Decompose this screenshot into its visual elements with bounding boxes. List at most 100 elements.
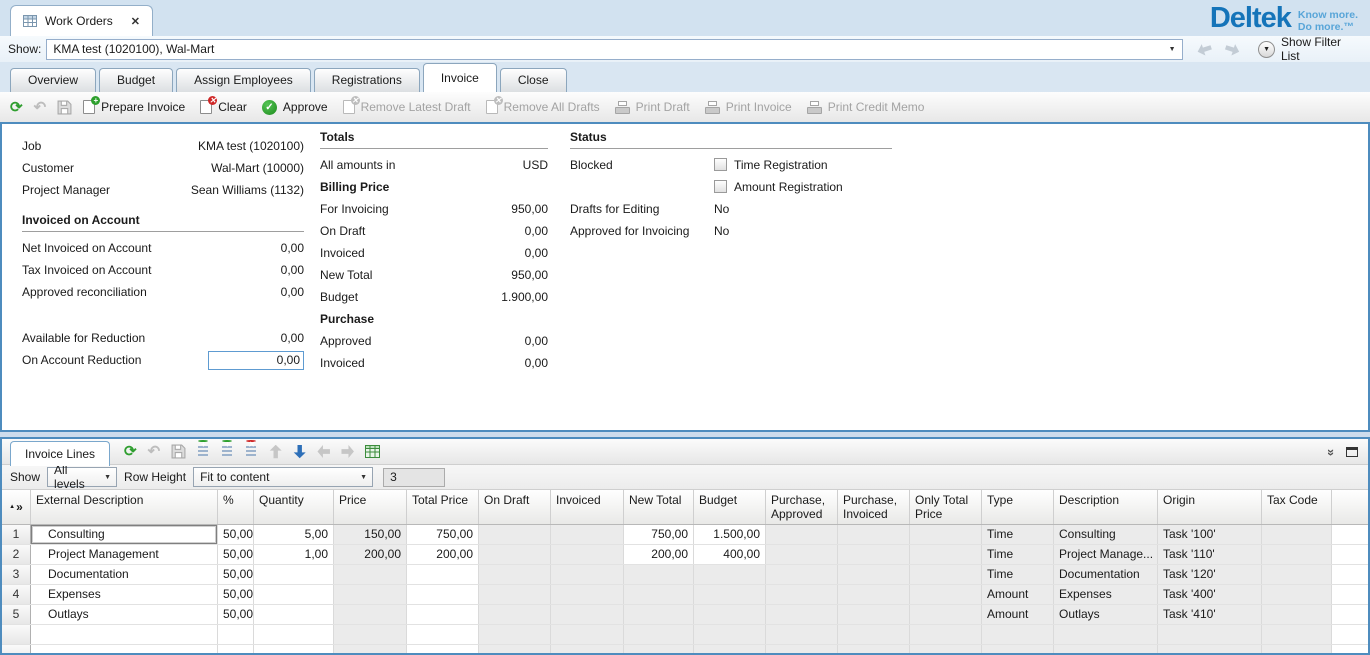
row-header[interactable]: 4	[2, 585, 31, 604]
table-cell[interactable]: 750,00	[407, 525, 479, 544]
table-cell[interactable]: 50,00	[218, 525, 254, 544]
table-cell[interactable]	[31, 645, 218, 655]
table-cell[interactable]	[694, 605, 766, 624]
table-cell[interactable]: Task '100'	[1158, 525, 1262, 544]
table-cell[interactable]: Time	[982, 565, 1054, 584]
table-cell[interactable]	[694, 645, 766, 655]
column-header-purchase-[interactable]: Purchase,Approved	[766, 490, 838, 524]
table-cell[interactable]	[694, 565, 766, 584]
column-header-total-price[interactable]: Total Price	[407, 490, 479, 524]
remove-latest-draft-button[interactable]: ✕ Remove Latest Draft	[343, 100, 471, 114]
row-header[interactable]	[2, 625, 31, 644]
table-cell[interactable]	[479, 565, 551, 584]
table-cell[interactable]	[838, 585, 910, 604]
table-cell[interactable]: 50,00	[218, 585, 254, 604]
table-cell[interactable]	[1262, 605, 1332, 624]
table-cell[interactable]: 200,00	[407, 545, 479, 564]
table-cell[interactable]	[551, 545, 624, 564]
print-draft-button[interactable]: Print Draft	[615, 100, 690, 114]
table-cell[interactable]: Consulting	[31, 525, 218, 544]
table-cell[interactable]	[334, 605, 407, 624]
table-cell[interactable]	[1262, 585, 1332, 604]
table-cell[interactable]: Task '110'	[1158, 545, 1262, 564]
table-cell[interactable]	[624, 605, 694, 624]
table-cell[interactable]	[982, 625, 1054, 644]
table-cell[interactable]: Amount	[982, 605, 1054, 624]
prepare-invoice-button[interactable]: + Prepare Invoice	[83, 100, 185, 114]
clear-button[interactable]: ✕ Clear	[200, 100, 247, 114]
delete-line-icon[interactable]: ✕	[245, 445, 258, 458]
table-cell[interactable]: 50,00	[218, 565, 254, 584]
table-cell[interactable]: Time	[982, 545, 1054, 564]
column-header-tax-code[interactable]: Tax Code	[1262, 490, 1332, 524]
table-cell[interactable]	[479, 545, 551, 564]
table-cell[interactable]: Expenses	[1054, 585, 1158, 604]
table-cell[interactable]	[910, 585, 982, 604]
table-cell[interactable]: Documentation	[31, 565, 218, 584]
approve-button[interactable]: ✓ Approve	[262, 100, 328, 115]
table-cell[interactable]	[254, 625, 334, 644]
table-cell[interactable]	[838, 605, 910, 624]
table-cell[interactable]	[766, 545, 838, 564]
table-cell[interactable]	[407, 565, 479, 584]
window-tab-work-orders[interactable]: Work Orders ✕	[10, 5, 153, 36]
table-cell[interactable]	[910, 625, 982, 644]
column-header-invoiced[interactable]: Invoiced	[551, 490, 624, 524]
table-cell[interactable]: Project Manage...	[1054, 545, 1158, 564]
table-cell[interactable]	[1054, 645, 1158, 655]
table-cell[interactable]	[766, 585, 838, 604]
tab-assign-employees[interactable]: Assign Employees	[176, 68, 311, 92]
table-cell[interactable]	[694, 625, 766, 644]
table-cell[interactable]: 50,00	[218, 545, 254, 564]
table-cell[interactable]	[334, 625, 407, 644]
row-header[interactable]: 1	[2, 525, 31, 544]
table-cell[interactable]	[1158, 625, 1262, 644]
table-cell[interactable]	[334, 565, 407, 584]
add-line-icon[interactable]: +	[221, 445, 234, 458]
table-cell[interactable]	[479, 585, 551, 604]
table-cell[interactable]	[624, 565, 694, 584]
table-cell[interactable]: 200,00	[624, 545, 694, 564]
row-header[interactable]: 3	[2, 565, 31, 584]
table-cell[interactable]	[1262, 545, 1332, 564]
grid-view-icon[interactable]	[365, 445, 380, 458]
table-cell[interactable]	[407, 605, 479, 624]
table-cell[interactable]	[407, 625, 479, 644]
table-cell[interactable]	[254, 645, 334, 655]
refresh-icon[interactable]: ⟳	[124, 444, 137, 459]
table-cell[interactable]	[218, 645, 254, 655]
table-cell[interactable]	[479, 625, 551, 644]
add-sub-line-icon[interactable]: +	[197, 445, 210, 458]
table-cell[interactable]	[910, 605, 982, 624]
collapse-panel-icon[interactable]: »	[1324, 449, 1339, 454]
forward-arrow-icon[interactable]	[1224, 41, 1242, 58]
table-cell[interactable]	[407, 585, 479, 604]
table-cell[interactable]	[407, 645, 479, 655]
undo-button[interactable]: ↶	[34, 100, 47, 115]
table-cell[interactable]: Documentation	[1054, 565, 1158, 584]
table-cell[interactable]: 400,00	[694, 545, 766, 564]
table-cell[interactable]	[1262, 525, 1332, 544]
column-header-external-description[interactable]: External Description	[31, 490, 218, 524]
tab-invoice[interactable]: Invoice	[423, 63, 497, 92]
table-cell[interactable]	[254, 565, 334, 584]
table-cell[interactable]	[624, 585, 694, 604]
column-header-quantity[interactable]: Quantity	[254, 490, 334, 524]
column-header-budget[interactable]: Budget	[694, 490, 766, 524]
table-cell[interactable]: 5,00	[254, 525, 334, 544]
tab-invoice-lines[interactable]: Invoice Lines	[10, 441, 110, 466]
table-cell[interactable]	[1262, 645, 1332, 655]
table-cell[interactable]	[982, 645, 1054, 655]
amount-registration-checkbox[interactable]	[714, 180, 727, 193]
table-cell[interactable]	[1054, 625, 1158, 644]
table-cell[interactable]	[694, 585, 766, 604]
show-level-select[interactable]: All levels▼	[47, 467, 117, 487]
table-cell[interactable]: 750,00	[624, 525, 694, 544]
table-cell[interactable]	[910, 645, 982, 655]
table-cell[interactable]	[254, 585, 334, 604]
move-up-icon[interactable]	[269, 445, 282, 459]
indent-icon[interactable]	[341, 445, 354, 459]
table-cell[interactable]	[766, 645, 838, 655]
table-cell[interactable]	[479, 525, 551, 544]
table-cell[interactable]: 1.500,00	[694, 525, 766, 544]
